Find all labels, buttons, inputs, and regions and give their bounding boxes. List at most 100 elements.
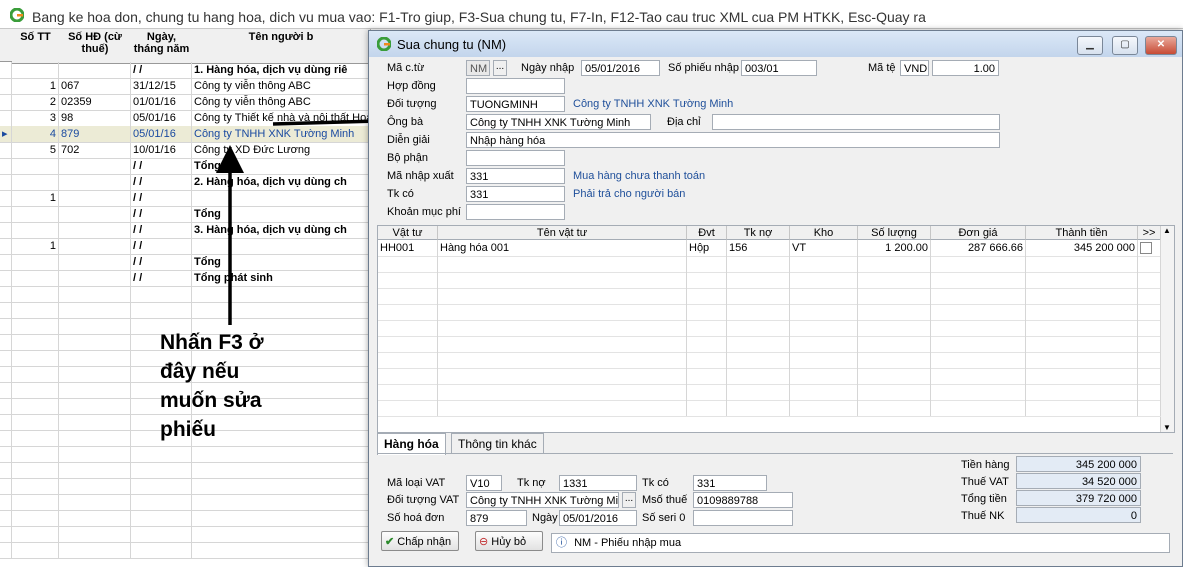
scroll-up-icon[interactable]: ▲ bbox=[1163, 226, 1171, 235]
khoan-muc-phi-field[interactable] bbox=[466, 204, 565, 220]
grid-cell-so-luong[interactable]: 1 200.00 bbox=[858, 240, 931, 256]
grid-cell-vat-tu[interactable] bbox=[378, 304, 438, 320]
ma-ct-lookup-button[interactable]: ... bbox=[493, 60, 507, 76]
grid-row[interactable] bbox=[378, 336, 1161, 353]
so-hoa-don-field[interactable]: 879 bbox=[466, 510, 527, 526]
so-phieu-nhap-field[interactable]: 003/01 bbox=[741, 60, 817, 76]
grid-cell-dvt[interactable] bbox=[687, 304, 727, 320]
tab-hang-hoa[interactable]: Hàng hóa bbox=[377, 433, 446, 455]
grid-cell-tk-no[interactable] bbox=[727, 400, 790, 416]
grid-cell-ten[interactable]: Hàng hóa 001 bbox=[438, 240, 687, 256]
grid-cell-dvt[interactable] bbox=[687, 288, 727, 304]
grid-cell-thanh-tien[interactable] bbox=[1026, 352, 1138, 368]
column-header-tk-no[interactable]: Tk nợ bbox=[727, 226, 790, 240]
hop-dong-field[interactable] bbox=[466, 78, 565, 94]
ty-gia-field[interactable]: 1.00 bbox=[932, 60, 999, 76]
grid-cell-thanh-tien[interactable] bbox=[1026, 304, 1138, 320]
grid-cell-ten[interactable] bbox=[438, 256, 687, 272]
grid-row[interactable]: HH001 Hàng hóa 001 Hộp 156 VT 1 200.00 287 666… bbox=[378, 240, 1161, 257]
grid-cell-don-gia[interactable] bbox=[931, 320, 1026, 336]
grid-cell-tk-no[interactable] bbox=[727, 368, 790, 384]
grid-cell-don-gia[interactable] bbox=[931, 336, 1026, 352]
grid-cell-thanh-tien[interactable] bbox=[1026, 256, 1138, 272]
cancel-button[interactable]: ⊖ Hủy bỏ bbox=[475, 531, 543, 551]
grid-cell-dvt[interactable] bbox=[687, 320, 727, 336]
column-header-kho[interactable]: Kho bbox=[790, 226, 858, 240]
so-seri-field[interactable] bbox=[693, 510, 793, 526]
row-checkbox[interactable] bbox=[1140, 242, 1152, 254]
grid-row[interactable] bbox=[378, 320, 1161, 337]
tab-thong-tin-khac[interactable]: Thông tin khác bbox=[451, 433, 544, 454]
grid-cell-don-gia[interactable] bbox=[931, 304, 1026, 320]
grid-cell-kho[interactable] bbox=[790, 352, 858, 368]
grid-cell-kho[interactable] bbox=[790, 400, 858, 416]
grid-cell-kho[interactable] bbox=[790, 304, 858, 320]
grid-cell-don-gia[interactable] bbox=[931, 384, 1026, 400]
grid-cell-so-luong[interactable] bbox=[858, 368, 931, 384]
grid-cell-don-gia[interactable] bbox=[931, 400, 1026, 416]
grid-cell-more[interactable] bbox=[1138, 288, 1161, 304]
column-header-so-luong[interactable]: Số lượng bbox=[858, 226, 931, 240]
grid-cell-tk-no[interactable] bbox=[727, 384, 790, 400]
grid-cell-tk-no[interactable] bbox=[727, 352, 790, 368]
grid-cell-dvt[interactable] bbox=[687, 336, 727, 352]
grid-cell-ten[interactable] bbox=[438, 368, 687, 384]
grid-cell-thanh-tien[interactable]: 345 200 000 bbox=[1026, 240, 1138, 256]
grid-cell-more[interactable] bbox=[1138, 304, 1161, 320]
grid-cell-thanh-tien[interactable] bbox=[1026, 336, 1138, 352]
grid-cell-tk-no[interactable] bbox=[727, 320, 790, 336]
grid-cell-ten[interactable] bbox=[438, 288, 687, 304]
grid-cell-tk-no[interactable] bbox=[727, 304, 790, 320]
grid-cell-more[interactable] bbox=[1138, 320, 1161, 336]
grid-cell-thanh-tien[interactable] bbox=[1026, 384, 1138, 400]
minimize-button[interactable]: ▁ bbox=[1077, 36, 1103, 55]
grid-cell-more[interactable] bbox=[1138, 368, 1161, 384]
dia-chi-field[interactable] bbox=[712, 114, 1000, 130]
grid-cell-vat-tu[interactable] bbox=[378, 288, 438, 304]
grid-cell-ten[interactable] bbox=[438, 320, 687, 336]
grid-cell-so-luong[interactable] bbox=[858, 336, 931, 352]
grid-cell-ten[interactable] bbox=[438, 336, 687, 352]
grid-cell-vat-tu[interactable] bbox=[378, 320, 438, 336]
vat-tk-no-field[interactable]: 1331 bbox=[559, 475, 637, 491]
ma-loai-vat-field[interactable]: V10 bbox=[466, 475, 502, 491]
grid-cell-don-gia[interactable]: 287 666.66 bbox=[931, 240, 1026, 256]
grid-cell-don-gia[interactable] bbox=[931, 272, 1026, 288]
grid-cell-vat-tu[interactable] bbox=[378, 400, 438, 416]
column-header-don-gia[interactable]: Đơn giá bbox=[931, 226, 1026, 240]
grid-cell-more[interactable] bbox=[1138, 336, 1161, 352]
maximize-button[interactable]: ▢ bbox=[1112, 36, 1138, 55]
grid-cell-more[interactable] bbox=[1138, 400, 1161, 416]
grid-cell-kho[interactable] bbox=[790, 384, 858, 400]
grid-cell-kho[interactable] bbox=[790, 320, 858, 336]
column-header-dvt[interactable]: Đvt bbox=[687, 226, 727, 240]
grid-cell-more[interactable] bbox=[1138, 352, 1161, 368]
grid-cell-kho[interactable]: VT bbox=[790, 240, 858, 256]
grid-cell-don-gia[interactable] bbox=[931, 288, 1026, 304]
ngay-hoa-don-field[interactable]: 05/01/2016 bbox=[559, 510, 637, 526]
grid-cell-don-gia[interactable] bbox=[931, 352, 1026, 368]
column-header-thanh-tien[interactable]: Thành tiền bbox=[1026, 226, 1138, 240]
grid-cell-so-luong[interactable] bbox=[858, 288, 931, 304]
tk-co-field[interactable]: 331 bbox=[466, 186, 565, 202]
grid-cell-so-luong[interactable] bbox=[858, 256, 931, 272]
grid-cell-vat-tu[interactable] bbox=[378, 272, 438, 288]
grid-cell-dvt[interactable] bbox=[687, 368, 727, 384]
bo-phan-field[interactable] bbox=[466, 150, 565, 166]
grid-cell-so-luong[interactable] bbox=[858, 304, 931, 320]
grid-cell-don-gia[interactable] bbox=[931, 256, 1026, 272]
grid-cell-so-luong[interactable] bbox=[858, 272, 931, 288]
column-header-more[interactable]: >> bbox=[1138, 226, 1161, 240]
grid-row[interactable] bbox=[378, 288, 1161, 305]
grid-cell-so-luong[interactable] bbox=[858, 352, 931, 368]
grid-row[interactable] bbox=[378, 256, 1161, 273]
grid-cell-kho[interactable] bbox=[790, 272, 858, 288]
grid-cell-vat-tu[interactable] bbox=[378, 352, 438, 368]
grid-cell-tk-no[interactable] bbox=[727, 256, 790, 272]
grid-vertical-scrollbar[interactable]: ▲ ▼ bbox=[1160, 226, 1174, 432]
grid-cell-vat-tu[interactable] bbox=[378, 384, 438, 400]
grid-row[interactable] bbox=[378, 400, 1161, 417]
grid-cell-so-luong[interactable] bbox=[858, 400, 931, 416]
grid-row[interactable] bbox=[378, 304, 1161, 321]
grid-cell-thanh-tien[interactable] bbox=[1026, 272, 1138, 288]
